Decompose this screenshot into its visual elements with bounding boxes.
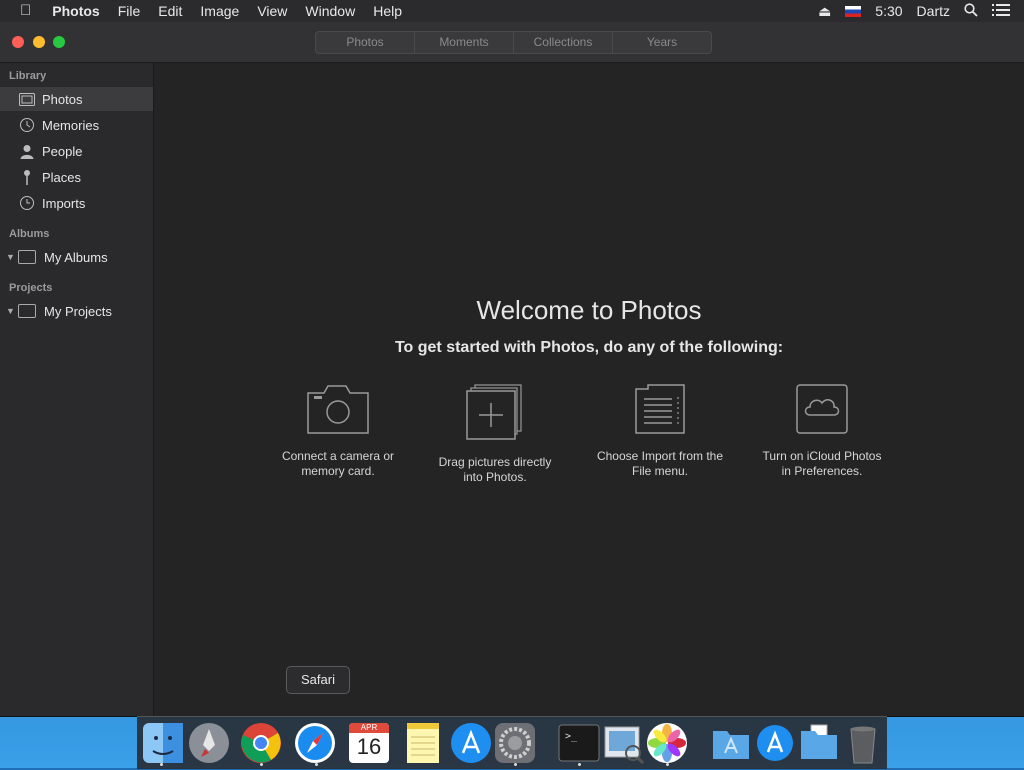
running-indicator (160, 763, 163, 766)
disclosure-triangle-icon[interactable]: ▼ (6, 252, 15, 262)
sidebar-item-my-projects[interactable]: ▼ My Projects (0, 299, 153, 323)
sidebar-item-label: Memories (42, 117, 100, 133)
drag-pictures-plus-icon (466, 384, 522, 440)
title-bar: Photos Moments Collections Years (0, 22, 1024, 63)
welcome-title: Welcome to Photos (476, 295, 702, 325)
minimize-button[interactable] (33, 36, 45, 48)
option-connect-camera: Connect a camera or memory card. (258, 383, 418, 479)
clock[interactable]: 5:30 (875, 3, 902, 19)
tab-photos[interactable]: Photos (316, 32, 415, 53)
menu-image[interactable]: Image (191, 0, 248, 22)
menu-help[interactable]: Help (364, 0, 411, 22)
zoom-button[interactable] (53, 36, 65, 48)
svg-text:>_: >_ (565, 731, 578, 742)
person-icon (18, 144, 36, 159)
memories-icon (18, 118, 36, 132)
disclosure-triangle-icon[interactable]: ▼ (6, 306, 15, 316)
option-choose-import: Choose Import from the File menu. (580, 383, 740, 479)
notification-center-icon[interactable] (992, 3, 1010, 19)
option-caption-line2: File menu. (631, 464, 689, 478)
chrome-icon[interactable] (239, 721, 283, 765)
app-menu[interactable]: Photos (43, 0, 108, 22)
documents-folder-icon[interactable] (797, 721, 841, 765)
option-caption-line1: Drag pictures directly (438, 455, 552, 469)
running-indicator (514, 763, 517, 766)
imports-clock-icon (18, 196, 36, 210)
dock-tooltip: Safari (286, 666, 350, 694)
option-drag-pictures: Drag pictures directly into Photos. (415, 383, 575, 485)
safari-icon[interactable] (293, 721, 337, 765)
sidebar-item-people[interactable]: People (0, 139, 153, 163)
spotlight-search-icon[interactable] (964, 2, 978, 20)
sidebar-item-places[interactable]: Places (0, 165, 153, 189)
menu-view[interactable]: View (248, 0, 296, 22)
photos-library-icon (18, 92, 36, 106)
sidebar-item-my-albums[interactable]: ▼ My Albums (0, 245, 153, 269)
photos-app-icon[interactable] (645, 721, 689, 765)
sidebar-section-library: Library (9, 70, 47, 82)
tab-collections[interactable]: Collections (514, 32, 613, 53)
view-segmented-control: Photos Moments Collections Years (315, 31, 712, 54)
calendar-month: APR (349, 723, 389, 733)
map-pin-icon (18, 170, 36, 185)
sidebar-item-label: My Albums (44, 249, 108, 265)
terminal-icon[interactable]: >_ (557, 721, 601, 765)
sidebar-item-memories[interactable]: Memories (0, 113, 153, 137)
applications-folder-icon[interactable] (709, 721, 753, 765)
sidebar-item-label: Places (42, 169, 82, 185)
menu-window[interactable]: Window (296, 0, 364, 22)
main-content: Welcome to Photos To get started with Ph… (154, 63, 1024, 716)
tab-years[interactable]: Years (613, 32, 711, 53)
album-folder-icon (18, 250, 36, 264)
menu-bar:  Photos File Edit Image View Window Hel… (0, 0, 1024, 22)
input-source-flag-icon[interactable] (845, 5, 862, 17)
running-indicator (315, 763, 318, 766)
sidebar: Library Photos Memories People Places Im… (0, 63, 154, 716)
camera-icon (307, 385, 369, 434)
sidebar-section-projects: Projects (9, 282, 53, 294)
welcome-subtitle: To get started with Photos, do any of th… (394, 339, 784, 356)
close-button[interactable] (12, 36, 24, 48)
sidebar-item-label: People (42, 143, 83, 159)
dock: APR 16 >_ (137, 716, 887, 769)
option-caption-line2: into Photos. (463, 470, 527, 484)
launchpad-icon[interactable] (187, 721, 231, 765)
sidebar-section-albums: Albums (9, 228, 50, 240)
option-icloud-photos: Turn on iCloud Photos in Preferences. (742, 383, 902, 479)
option-caption-line1: Choose Import from the (596, 449, 724, 463)
icloud-icon (796, 384, 848, 434)
eject-icon[interactable]: ⏏ (818, 3, 831, 20)
app-store-folder-icon[interactable] (753, 721, 797, 765)
trash-icon[interactable] (841, 721, 885, 765)
menu-edit[interactable]: Edit (149, 0, 191, 22)
sidebar-item-label: Imports (42, 195, 86, 211)
system-preferences-icon[interactable] (493, 721, 537, 765)
running-indicator (260, 763, 263, 766)
calendar-day: 16 (356, 734, 382, 759)
preview-icon[interactable] (601, 721, 645, 765)
notes-icon[interactable] (401, 721, 445, 765)
option-caption-line2: memory card. (301, 464, 375, 478)
photos-window: Photos Moments Collections Years Library… (0, 22, 1024, 717)
user-name[interactable]: Dartz (917, 3, 950, 19)
sidebar-item-label: My Projects (44, 303, 112, 319)
sidebar-item-photos[interactable]: Photos (0, 87, 153, 111)
tab-moments[interactable]: Moments (415, 32, 514, 53)
option-caption-line1: Connect a camera or (281, 449, 395, 463)
running-indicator (666, 763, 669, 766)
option-caption-line2: in Preferences. (781, 464, 863, 478)
file-menu-icon (635, 384, 685, 434)
calendar-icon[interactable]: APR 16 (347, 721, 391, 765)
menu-file[interactable]: File (109, 0, 150, 22)
app-store-icon[interactable] (449, 721, 493, 765)
apple-menu-icon[interactable]:  (0, 0, 43, 22)
running-indicator (578, 763, 581, 766)
sidebar-item-label: Photos (42, 91, 83, 107)
finder-icon[interactable] (141, 721, 185, 765)
project-folder-icon (18, 304, 36, 318)
option-caption-line1: Turn on iCloud Photos (762, 449, 882, 463)
sidebar-item-imports[interactable]: Imports (0, 191, 153, 215)
